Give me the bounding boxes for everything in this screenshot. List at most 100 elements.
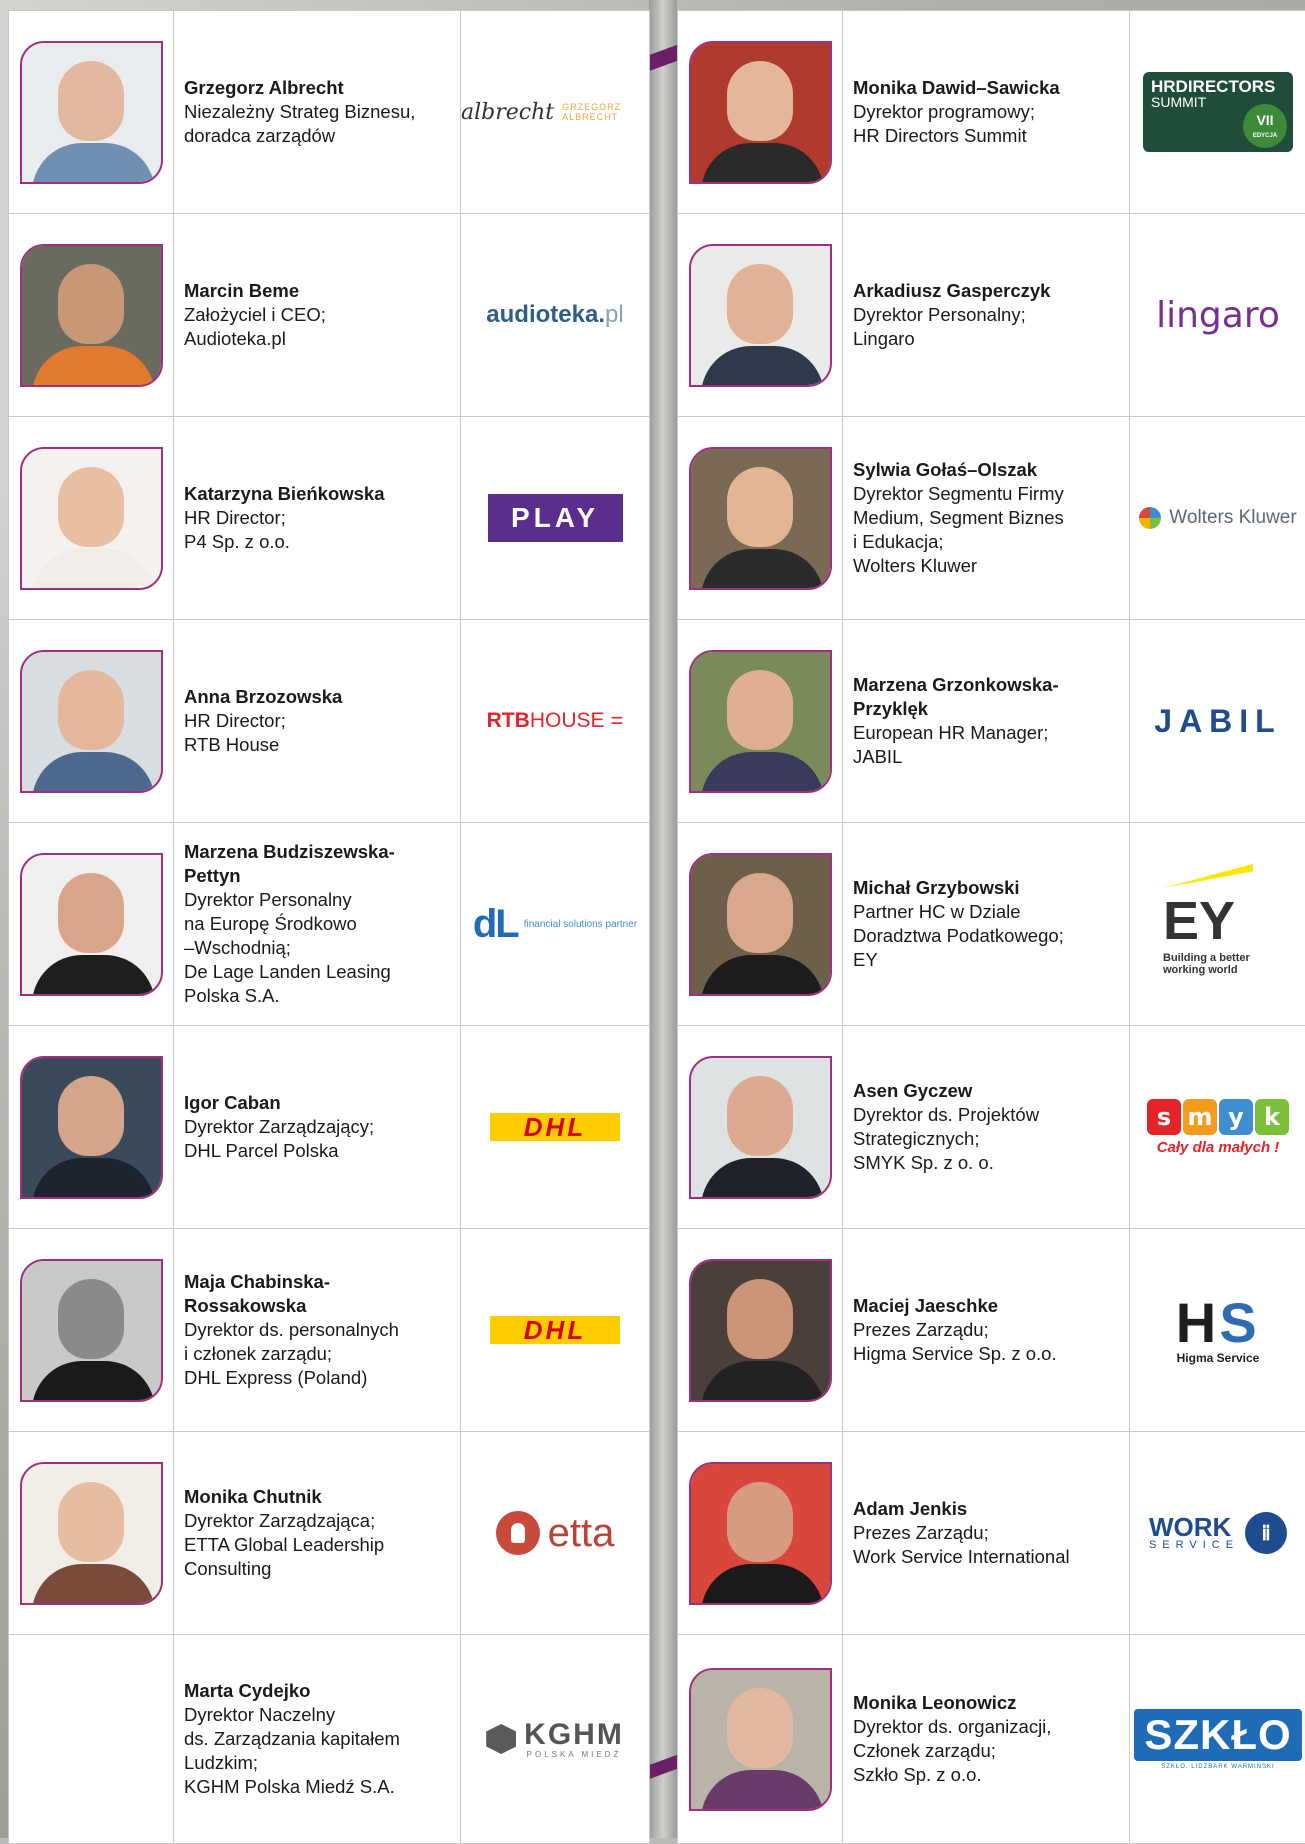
company-logo-cell: JABIL <box>1130 620 1305 822</box>
speaker-info-cell: Maja Chabinska-Rossakowska Dyrektor ds. p… <box>174 1229 461 1431</box>
photo-face <box>726 1278 793 1359</box>
wolters-kluwer-logo: Wolters Kluwer <box>1139 507 1297 529</box>
speaker-photo <box>19 1258 163 1402</box>
speaker-role-line: DHL Parcel Polska <box>184 1140 339 1161</box>
logo-text: KGHM <box>524 1717 624 1751</box>
speaker-row: Monika Leonowicz Dyrektor ds. organizacji… <box>678 1635 1305 1844</box>
speaker-role-line: Work Service International <box>853 1546 1070 1567</box>
speaker-role-line: Dyrektor Naczelny <box>184 1704 336 1725</box>
speaker-info-cell: Marta Cydejko Dyrektor Naczelny ds. Zarząd… <box>174 1635 461 1843</box>
photo-cell <box>678 1026 843 1228</box>
company-logo: dL financial solutions partner <box>473 902 637 947</box>
albrecht-logo: albrecht GRZEGORZ ALBRECHT <box>461 100 649 125</box>
logo-subtext: financial solutions partner <box>523 918 638 930</box>
photo-face <box>57 669 124 750</box>
logo-letters: smyk <box>1147 1098 1289 1135</box>
speaker-name: Igor Caban <box>184 1092 281 1113</box>
photo-cell <box>678 1229 843 1431</box>
logo-text: Wolters Kluwer <box>1169 507 1297 528</box>
logo-words: KGHM POLSKA MIEDŹ <box>524 1717 624 1759</box>
speaker-role-line: Medium, Segment Biznes <box>853 507 1064 528</box>
logo-text: EY <box>1163 891 1236 951</box>
speaker-info-cell: Anna Brzozowska HR Director; RTB House <box>174 620 461 822</box>
company-logo: DHL <box>490 1112 620 1142</box>
speaker-role-line: Dyrektor Personalny <box>184 889 352 910</box>
speaker-role-line: ds. Zarządzania kapitałem <box>184 1728 400 1749</box>
equals-icon: = <box>610 708 624 733</box>
logo-mark: HS <box>1168 1295 1268 1351</box>
speaker-info: Adam Jenkis Prezes Zarządu; Work Service I… <box>853 1497 1070 1569</box>
speaker-name: Marcin Beme <box>184 280 300 301</box>
speaker-name: Marzena Budziszewska-Pettyn <box>184 841 395 886</box>
speaker-role-line: i członek zarządu; <box>184 1343 333 1364</box>
speaker-name: Arkadiusz Gasperczyk <box>853 280 1051 301</box>
column-gutter <box>649 0 677 1838</box>
speaker-info-cell: Maciej Jaeschke Prezes Zarządu; Higma Serv… <box>843 1229 1130 1431</box>
speaker-role-line: Higma Service Sp. z o.o. <box>853 1343 1057 1364</box>
company-logo-cell: s m y k Cały dla małych ! <box>1130 1026 1305 1228</box>
speaker-role-line: KGHM Polska Miedź S.A. <box>184 1776 395 1797</box>
logo-letter: k <box>1255 1098 1289 1135</box>
speaker-name: Marta Cydejko <box>184 1680 311 1701</box>
speaker-info-cell: Igor Caban Dyrektor Zarządzający; DHL Parc… <box>174 1026 461 1228</box>
logo-text: DHL <box>523 1314 587 1345</box>
logo-subtext: Cały dla małych ! <box>1156 1138 1280 1156</box>
photo-cell <box>9 620 174 822</box>
smyk-logo: s m y k Cały dla małych ! <box>1147 1098 1289 1156</box>
speaker-role-line: Dyrektor ds. organizacji, <box>853 1716 1052 1737</box>
company-logo-cell: HRDIRECTORS SUMMIT VII EDYCJA <box>1130 11 1305 213</box>
speaker-info-cell: Monika Chutnik Dyrektor Zarządzająca; ETTA… <box>174 1432 461 1634</box>
company-logo-cell: EY Building a better working world <box>1130 823 1305 1025</box>
speaker-role-line: DHL Express (Poland) <box>184 1367 368 1388</box>
logo-text: audioteka. <box>486 301 605 328</box>
company-logo: Wolters Kluwer <box>1139 507 1297 529</box>
photo-cell <box>9 1229 174 1431</box>
speaker-info: Monika Chutnik Dyrektor Zarządzająca; ETTA… <box>184 1485 384 1581</box>
speaker-info: Grzegorz Albrecht Niezależny Strateg Bizn… <box>184 76 415 148</box>
speaker-photo <box>688 1258 832 1402</box>
speaker-info-cell: Grzegorz Albrecht Niezależny Strateg Bizn… <box>174 11 461 213</box>
speaker-photo <box>688 1667 832 1811</box>
photo-cell <box>678 620 843 822</box>
speaker-row: Maciej Jaeschke Prezes Zarządu; Higma Serv… <box>678 1229 1305 1432</box>
speaker-row: Arkadiusz Gasperczyk Dyrektor Personalny;… <box>678 214 1305 417</box>
speaker-row: Maja Chabinska-Rossakowska Dyrektor ds. p… <box>9 1229 650 1432</box>
photo-face <box>57 60 124 141</box>
photo-face <box>726 1481 793 1562</box>
speaker-role-line: Lingaro <box>853 328 915 349</box>
speaker-info: Maja Chabinska-Rossakowska Dyrektor ds. p… <box>184 1270 450 1390</box>
company-logo-cell: DHL <box>461 1026 650 1228</box>
speaker-info-cell: Monika Dawid–Sawicka Dyrektor programowy;… <box>843 11 1130 213</box>
logo-text: SZKŁO <box>1134 1708 1302 1761</box>
jabil-logo: JABIL <box>1154 702 1282 739</box>
speaker-row: Michał Grzybowski Partner HC w Dziale Dora… <box>678 823 1305 1026</box>
company-logo-cell: DHL <box>461 1229 650 1431</box>
logo-subtext: Building a better working world <box>1163 952 1250 976</box>
photo-face <box>726 1687 793 1768</box>
speaker-role-line: Założyciel i CEO; <box>184 304 326 325</box>
speaker-role-line: Wolters Kluwer <box>853 555 978 576</box>
company-logo: etta <box>495 1511 614 1556</box>
speaker-row: Marta Cydejko Dyrektor Naczelny ds. Zarząd… <box>9 1635 650 1844</box>
speaker-name: Marzena Grzonkowska-Przyklęk <box>853 674 1059 719</box>
badge-subtext: EDYCJA <box>1252 133 1278 139</box>
speaker-row: Adam Jenkis Prezes Zarządu; Work Service I… <box>678 1432 1305 1635</box>
speaker-role-line: HR Director; <box>184 710 286 731</box>
speaker-role-line: Niezależny Strateg Biznesu, <box>184 101 416 122</box>
speaker-role-line: Dyrektor programowy; <box>853 101 1035 122</box>
speaker-info: Asen Gyczew Dyrektor ds. Projektów Strateg… <box>853 1079 1039 1175</box>
company-logo: audioteka.pl <box>486 301 623 329</box>
speaker-role-line: Dyrektor Zarządzająca; <box>184 1510 376 1531</box>
company-logo-cell: RTBHOUSE = <box>461 620 650 822</box>
speaker-role-line: Szkło Sp. z o.o. <box>853 1764 982 1785</box>
company-logo-cell: dL financial solutions partner <box>461 823 650 1025</box>
company-logo: EY Building a better working world <box>1163 864 1273 984</box>
speaker-role-line: Dyrektor ds. personalnych <box>184 1319 399 1340</box>
speaker-role-line: Ludzkim; <box>184 1752 259 1773</box>
speaker-photo <box>688 40 832 184</box>
speaker-role-line: Dyrektor Personalny; <box>853 304 1026 325</box>
company-logo-cell: PLAY <box>461 417 650 619</box>
speaker-photo <box>688 1055 832 1199</box>
company-logo-cell: KGHM POLSKA MIEDŹ <box>461 1635 650 1843</box>
speaker-name: Anna Brzozowska <box>184 686 343 707</box>
